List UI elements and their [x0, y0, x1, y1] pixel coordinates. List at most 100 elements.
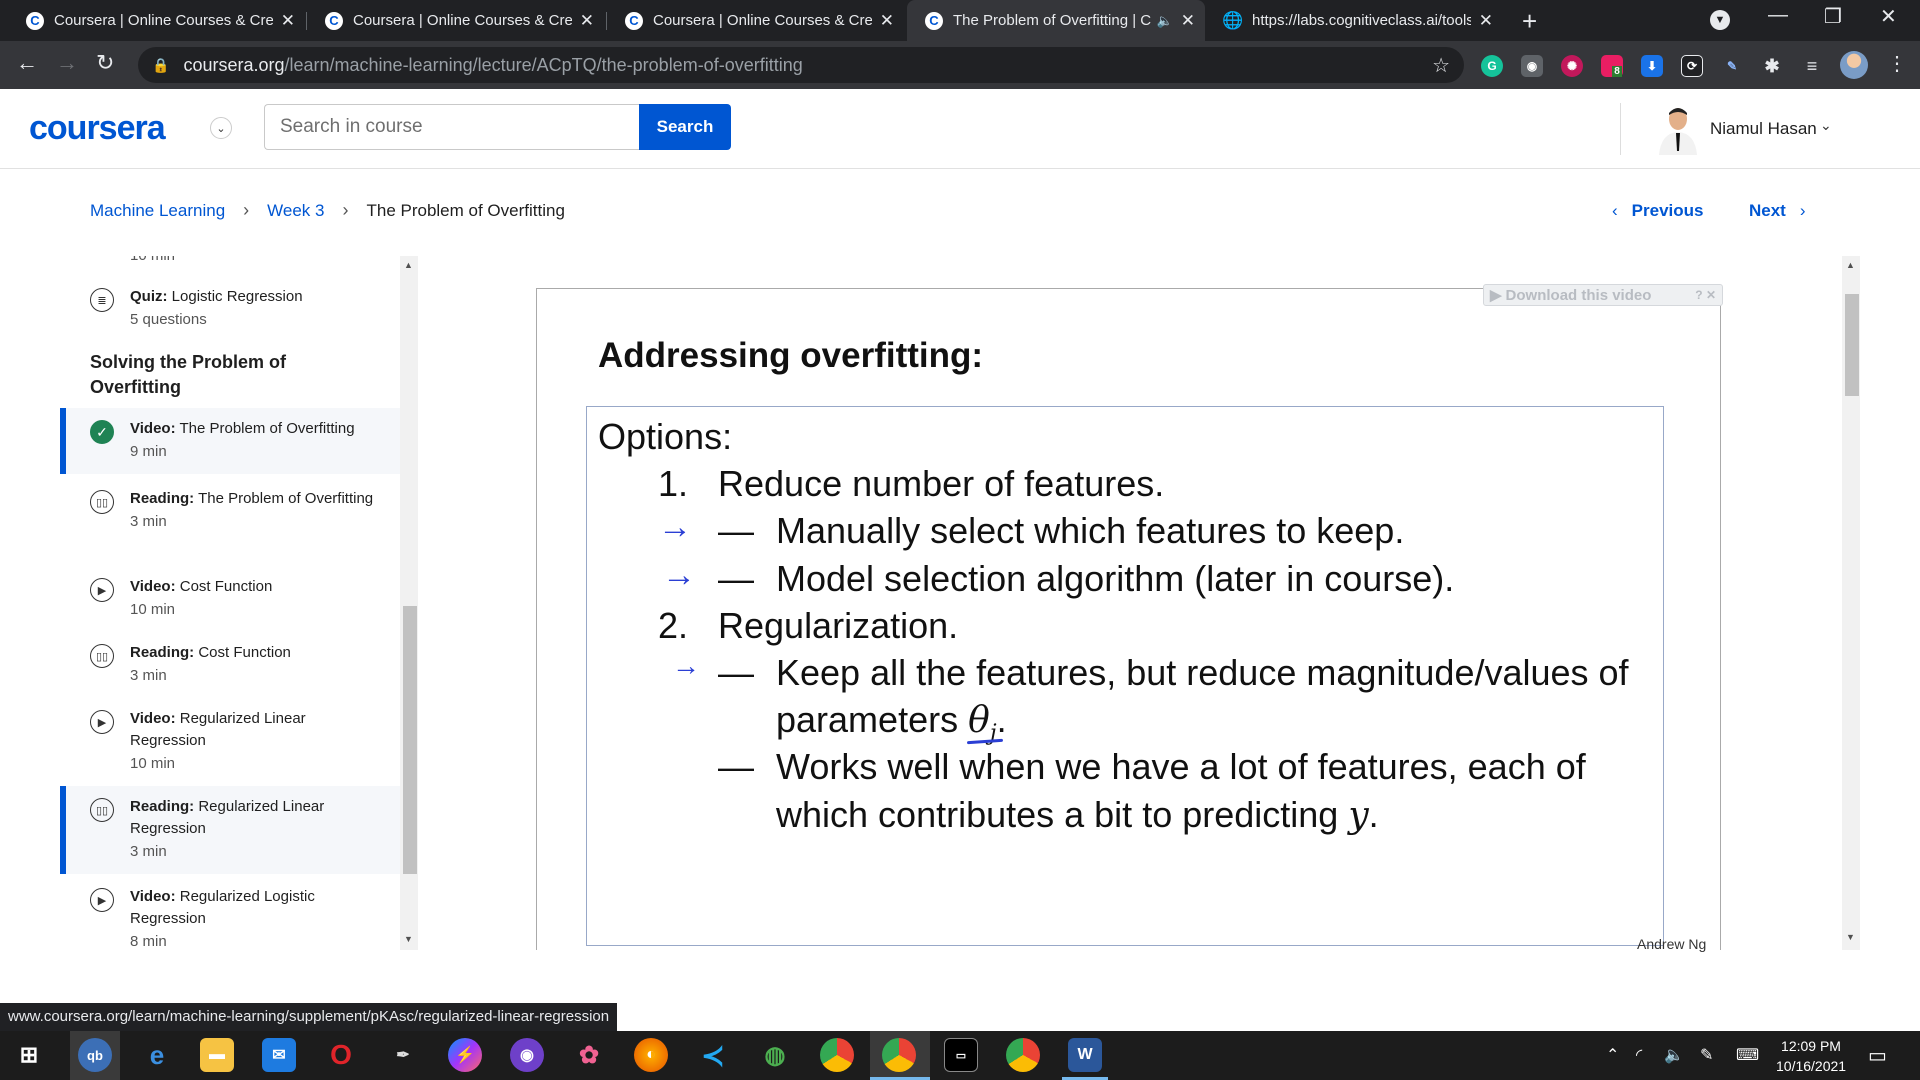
kebab-menu-icon[interactable]: ⋮ [1887, 51, 1907, 76]
sync-extension-icon[interactable]: ⟳ [1681, 55, 1703, 77]
forward-icon[interactable]: → [56, 50, 78, 76]
sidebar-item-reading-reg-linear[interactable]: ▯▯ Reading: Regularized Linear Regressio… [60, 786, 400, 874]
volume-icon[interactable]: 🔈 [1664, 1045, 1684, 1065]
content-scrollbar-thumb[interactable] [1845, 294, 1859, 396]
chrome-icon[interactable] [1006, 1038, 1040, 1072]
sidebar-item-video-overfitting[interactable]: ✓ Video: The Problem of Overfitting 9 mi… [60, 408, 400, 474]
reading-icon: ▯▯ [90, 798, 114, 822]
close-tab-icon[interactable]: ✕ [580, 11, 594, 31]
slide-text: Works well when we have a lot of feature… [776, 746, 1586, 787]
breadcrumb-week-link[interactable]: Week 3 [267, 201, 324, 221]
opera-icon[interactable]: O [324, 1038, 358, 1072]
file-explorer-icon[interactable]: ▬ [200, 1038, 234, 1072]
close-icon[interactable]: ? ✕ [1695, 288, 1716, 302]
word-icon[interactable]: W [1068, 1038, 1102, 1072]
colorful-extension-icon[interactable]: ✺ [1561, 55, 1583, 77]
scroll-up-icon[interactable]: ▲ [1846, 260, 1855, 270]
chevron-up-icon[interactable]: ⌃ [1606, 1045, 1619, 1065]
scroll-down-icon[interactable]: ▼ [404, 934, 413, 944]
messenger-icon[interactable]: ⚡ [448, 1038, 482, 1072]
inkscape-icon[interactable]: ✒ [386, 1038, 420, 1072]
system-clock[interactable]: 12:09 PM 10/16/2021 [1776, 1036, 1846, 1076]
close-tab-icon[interactable]: ✕ [281, 11, 295, 31]
sidebar-item-video-cost-function[interactable]: ▶ Video: Cost Function 10 min [60, 576, 400, 622]
new-tab-icon[interactable]: + [1522, 6, 1537, 37]
tab-search-icon[interactable]: ▼ [1710, 10, 1730, 30]
browser-profile-avatar[interactable] [1840, 51, 1868, 79]
user-avatar[interactable] [1655, 103, 1701, 155]
chrome-icon[interactable] [820, 1038, 854, 1072]
browser-tab[interactable]: 🌐 https://labs.cognitiveclass.ai/tools ✕ [1206, 0, 1503, 41]
sidebar-item-video-reg-logistic[interactable]: ▶ Video: Regularized Logistic Regression… [60, 886, 400, 950]
next-button[interactable]: Next › [1749, 201, 1806, 221]
paint-icon[interactable]: ✿ [572, 1038, 606, 1072]
browser-tab-active[interactable]: C The Problem of Overfitting | Coursera … [907, 0, 1205, 41]
reading-list-icon[interactable]: ≡ [1801, 55, 1823, 77]
close-tab-icon[interactable]: ✕ [1181, 11, 1195, 31]
terminal-icon[interactable]: ▭ [944, 1038, 978, 1072]
edge-browser-icon[interactable]: e [140, 1038, 174, 1072]
coursera-logo[interactable]: coursera [29, 109, 166, 148]
course-outline-sidebar: 10 min ≣ Quiz: Logistic Regression 5 que… [60, 256, 400, 950]
camera-extension-icon[interactable]: ◉ [1521, 55, 1543, 77]
download-video-button[interactable]: ▶ Download this video ? ✕ [1483, 284, 1723, 306]
anaconda-icon[interactable]: ◍ [758, 1038, 792, 1072]
scroll-down-icon[interactable]: ▼ [1846, 932, 1855, 942]
breadcrumb-current: The Problem of Overfitting [366, 200, 565, 220]
keyboard-icon[interactable]: ⌨ [1736, 1045, 1759, 1065]
breadcrumb-course-link[interactable]: Machine Learning [90, 201, 225, 221]
close-tab-icon[interactable]: ✕ [880, 11, 894, 31]
minimize-icon[interactable]: — [1768, 4, 1788, 27]
extensions-puzzle-icon[interactable]: ✱ [1761, 55, 1783, 77]
sidebar-item-reading-cost-function[interactable]: ▯▯ Reading: Cost Function 3 min [60, 642, 400, 688]
close-tab-icon[interactable]: ✕ [1479, 11, 1493, 31]
user-name[interactable]: Niamul Hasan [1710, 119, 1817, 139]
qbittorrent-icon[interactable]: qb [78, 1038, 112, 1072]
search-button[interactable]: Search [639, 104, 731, 150]
github-desktop-icon[interactable]: ◉ [510, 1038, 544, 1072]
badge-extension-icon[interactable]: 8 [1601, 55, 1623, 77]
reload-icon[interactable]: ↻ [96, 50, 114, 76]
handwritten-arrow-icon: → [662, 556, 696, 594]
browser-tab[interactable]: C Coursera | Online Courses & Credential… [307, 0, 604, 41]
previous-button[interactable]: ‹ Previous [1612, 201, 1703, 221]
notification-icon[interactable]: ▭ [1868, 1043, 1887, 1068]
coursera-favicon-icon: C [925, 11, 943, 30]
slide-number: 2. [658, 605, 689, 646]
slide-dash: — [718, 510, 754, 551]
sidebar-item-reading-overfitting[interactable]: ▯▯ Reading: The Problem of Overfitting 3… [60, 488, 400, 534]
search-input[interactable] [264, 104, 640, 150]
vscode-icon[interactable]: ≺ [696, 1038, 730, 1072]
bookmark-star-icon[interactable]: ☆ [1432, 53, 1450, 78]
chrome-icon[interactable] [882, 1038, 916, 1072]
mail-icon[interactable]: ✉ [262, 1038, 296, 1072]
sidebar-item-quiz[interactable]: ≣ Quiz: Logistic Regression 5 questions [60, 286, 400, 332]
play-icon: ▶ [90, 578, 114, 602]
pen-extension-icon[interactable]: ✎ [1721, 55, 1743, 77]
scroll-up-icon[interactable]: ▲ [404, 260, 413, 270]
firefox-icon[interactable]: ◐ [634, 1038, 668, 1072]
slide-author: Andrew Ng [1637, 936, 1707, 952]
browser-tab[interactable]: C Coursera | Online Courses & Credential… [8, 0, 305, 41]
slide-text: Model selection algorithm (later in cour… [776, 558, 1455, 599]
restore-icon[interactable]: ❐ [1824, 4, 1842, 29]
sidebar-scrollbar-thumb[interactable] [403, 606, 417, 874]
lock-icon[interactable]: 🔒 [152, 57, 169, 74]
address-bar[interactable]: 🔒 coursera.org/learn/machine-learning/le… [138, 47, 1464, 83]
pen-icon[interactable]: ✎ [1700, 1045, 1713, 1065]
speaker-icon[interactable]: 🔈 [1157, 13, 1173, 29]
check-icon: ✓ [90, 420, 114, 444]
windows-start-icon[interactable]: ⊞ [12, 1038, 46, 1072]
coursera-favicon-icon: C [26, 11, 44, 30]
browser-toolbar: ← → ↻ 🔒 coursera.org/learn/machine-learn… [0, 41, 1920, 89]
list-item[interactable]: 10 min [60, 256, 400, 268]
download-extension-icon[interactable]: ⬇ [1641, 55, 1663, 77]
grammarly-extension-icon[interactable]: G [1481, 55, 1503, 77]
window-close-icon[interactable]: ✕ [1880, 4, 1897, 29]
back-icon[interactable]: ← [16, 50, 38, 76]
sidebar-item-video-reg-linear[interactable]: ▶ Video: Regularized Linear Regression 1… [60, 708, 400, 776]
network-icon[interactable]: ◜ [1636, 1045, 1642, 1065]
chevron-down-icon[interactable]: ⌄ [210, 117, 232, 139]
chevron-down-icon[interactable]: ⌄ [1820, 117, 1832, 134]
browser-tab[interactable]: C Coursera | Online Courses & Credential… [607, 0, 904, 41]
